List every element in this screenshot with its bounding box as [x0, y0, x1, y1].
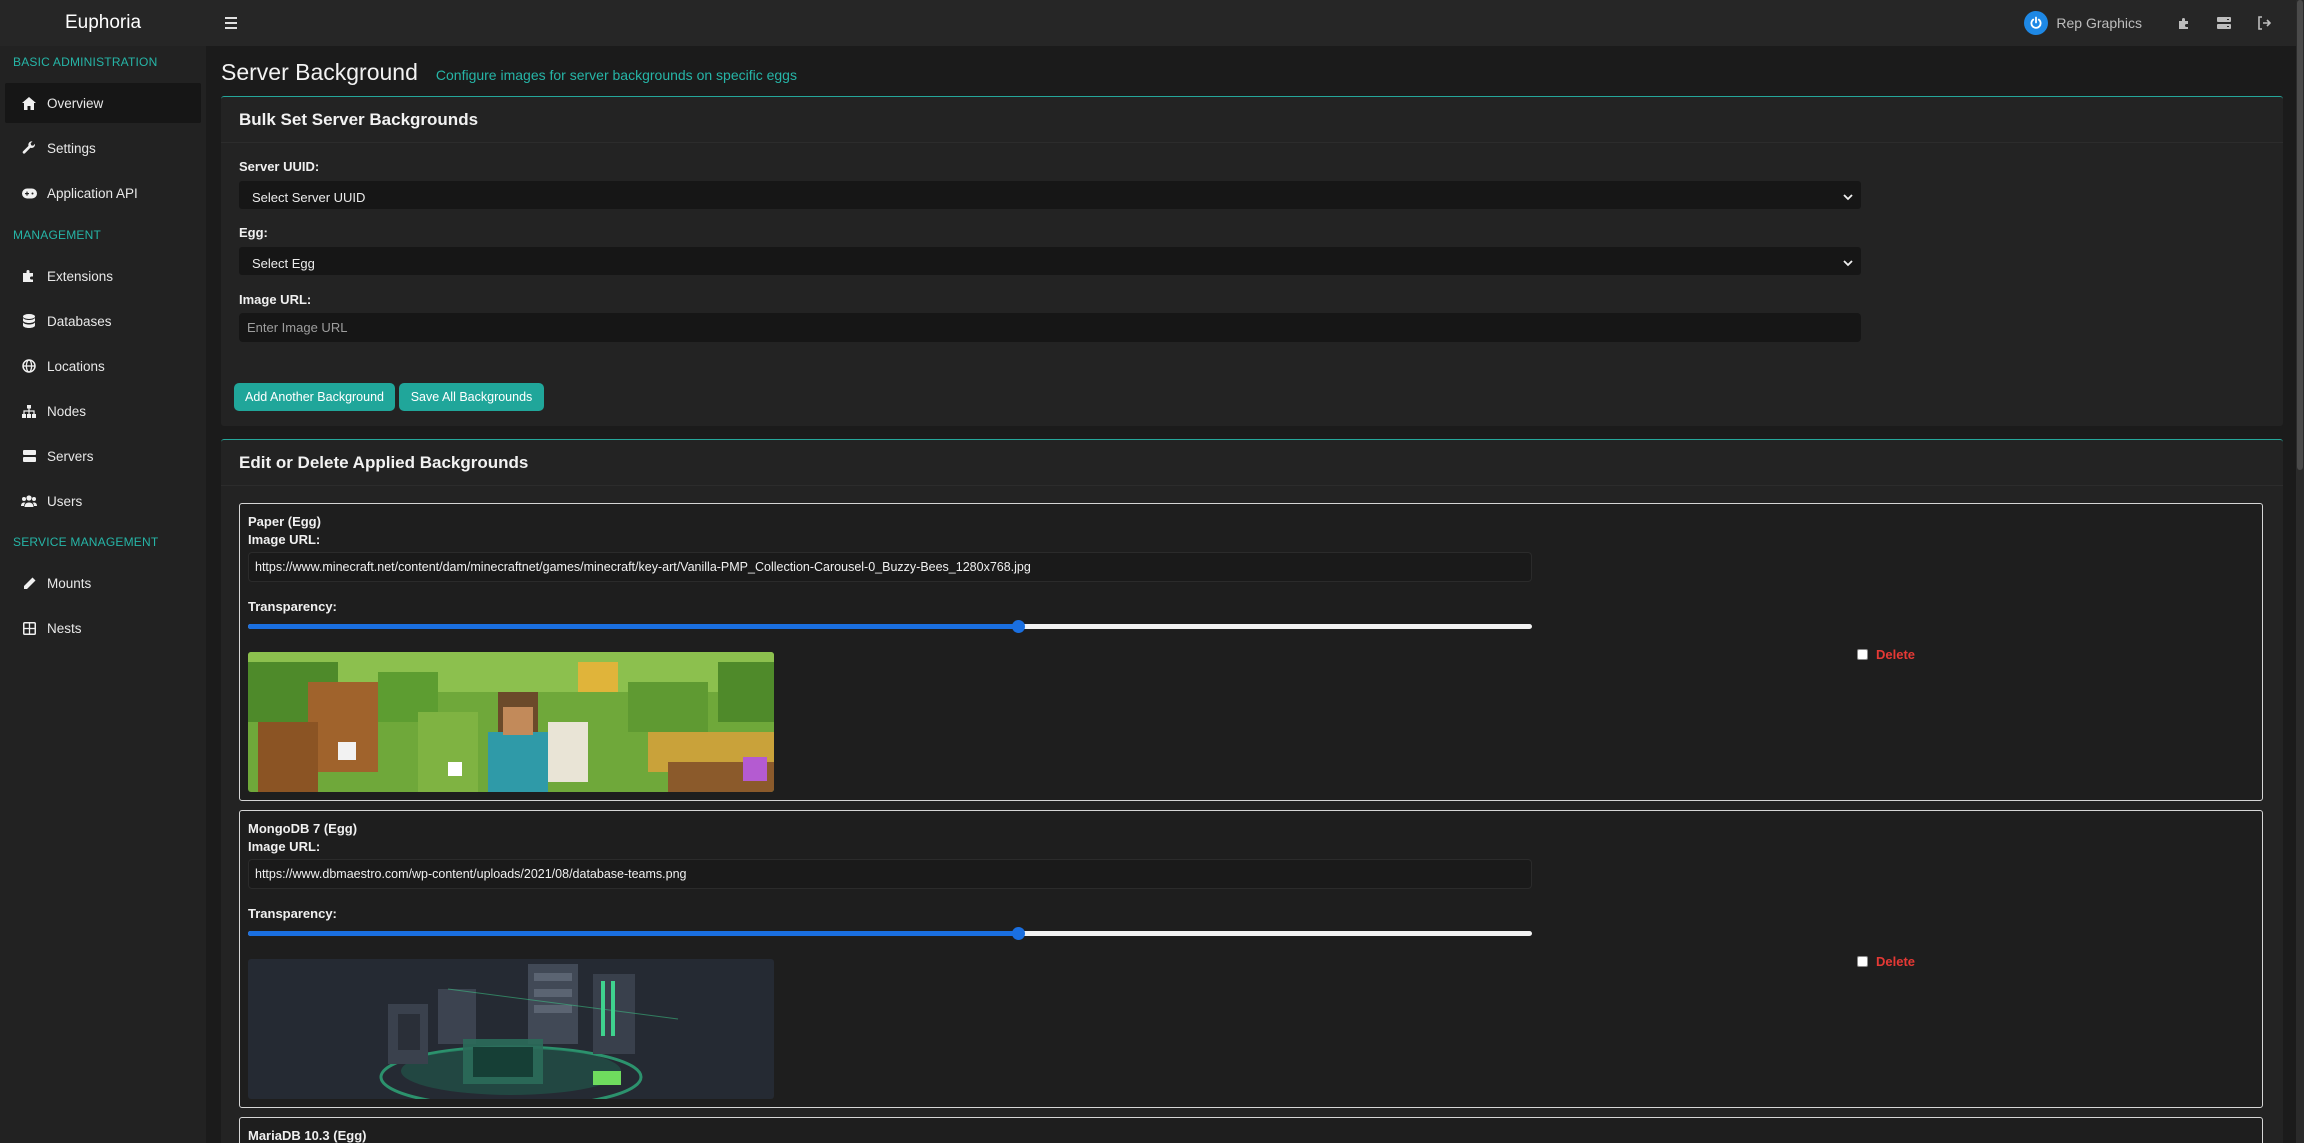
sidebar-item-mounts[interactable]: Mounts: [5, 563, 201, 603]
applied-backgrounds-box: Edit or Delete Applied Backgrounds Paper…: [221, 439, 2283, 1143]
sidebar-item-overview[interactable]: Overview: [5, 83, 201, 123]
scrollbar-thumb[interactable]: [2297, 0, 2303, 470]
transparency-slider[interactable]: [248, 925, 1532, 941]
server-uuid-select[interactable]: Select Server UUID: [239, 181, 1861, 209]
slider-thumb[interactable]: [1012, 927, 1026, 940]
card-egg-name: MariaDB 10.3 (Egg): [248, 1128, 367, 1143]
pencil-icon: [21, 575, 37, 591]
image-url-input[interactable]: Enter Image URL: [239, 313, 1861, 342]
page-subtitle: Configure images for server backgrounds …: [435, 67, 797, 83]
sidebar-section-basic-administration: BASIC ADMINISTRATION: [13, 55, 158, 69]
card-image-url-label: Image URL:: [248, 532, 321, 547]
page-header: Server Background Configure images for s…: [221, 59, 797, 86]
sidebar-item-nodes[interactable]: Nodes: [5, 391, 201, 431]
logout-icon[interactable]: [2244, 0, 2284, 46]
sidebar-item-extensions[interactable]: Extensions: [5, 256, 201, 296]
sidebar-item-label: Servers: [47, 448, 94, 464]
database-icon: [21, 313, 37, 329]
save-all-backgrounds-button[interactable]: Save All Backgrounds: [399, 383, 544, 411]
server-uuid-label: Server UUID:: [239, 159, 320, 174]
top-right-controls: Rep Graphics: [2024, 0, 2284, 46]
sidebar-item-settings[interactable]: Settings: [5, 128, 201, 168]
wrench-icon: [21, 140, 37, 156]
chevron-down-icon: [1843, 189, 1853, 204]
image-url-label: Image URL:: [239, 292, 312, 307]
background-card-mariadb: MariaDB 10.3 (Egg): [239, 1117, 2263, 1143]
user-name: Rep Graphics: [2056, 15, 2142, 31]
sidebar-item-label: Locations: [47, 358, 105, 374]
users-icon: [21, 493, 37, 509]
puzzle-icon: [21, 268, 37, 284]
card-transparency-label: Transparency:: [248, 599, 337, 614]
delete-label: Delete: [1876, 647, 1916, 662]
top-navbar: Euphoria Rep Graphics: [0, 0, 2304, 46]
avatar: [2024, 11, 2049, 35]
sidebar-item-nests[interactable]: Nests: [5, 608, 201, 648]
sitemap-icon: [21, 403, 37, 419]
sidebar-item-label: Users: [47, 493, 83, 509]
sidebar-item-servers[interactable]: Servers: [5, 436, 201, 476]
background-card-mongodb: MongoDB 7 (Egg) Image URL: https://www.d…: [239, 810, 2263, 1108]
gamepad-icon: [21, 185, 37, 201]
sidebar-section-service-management: SERVICE MANAGEMENT: [13, 535, 159, 549]
page-scrollbar[interactable]: [2296, 0, 2304, 1143]
egg-select[interactable]: Select Egg: [239, 247, 1861, 275]
card-egg-name: Paper (Egg): [248, 514, 321, 529]
bulk-set-heading: Bulk Set Server Backgrounds: [221, 97, 2283, 143]
main-content: Server Background Configure images for s…: [206, 46, 2296, 1143]
sidebar-item-label: Nodes: [47, 403, 87, 419]
background-thumbnail-image: [248, 959, 774, 1099]
sidebar-item-label: Application API: [47, 185, 138, 201]
server-icon: [21, 448, 37, 464]
delete-toggle[interactable]: Delete: [1857, 647, 1915, 662]
card-transparency-label: Transparency:: [248, 906, 337, 921]
delete-label: Delete: [1876, 954, 1916, 969]
chevron-down-icon: [1843, 255, 1853, 270]
sidebar-item-label: Databases: [47, 313, 112, 329]
sidebar-item-label: Settings: [47, 140, 96, 156]
sidebar-item-label: Extensions: [47, 268, 114, 284]
servers-icon[interactable]: [2204, 0, 2244, 46]
grid-icon: [21, 620, 37, 636]
card-image-url-label: Image URL:: [248, 839, 321, 854]
slider-thumb[interactable]: [1012, 620, 1026, 633]
brand-logo[interactable]: Euphoria: [0, 12, 206, 34]
add-background-button[interactable]: Add Another Background: [234, 383, 395, 411]
card-image-url-input[interactable]: https://www.dbmaestro.com/wp-content/upl…: [248, 859, 1532, 889]
egg-selected: Select Egg: [252, 256, 315, 271]
sidebar-item-databases[interactable]: Databases: [5, 301, 201, 341]
background-thumbnail-image: [248, 652, 774, 792]
background-card-paper: Paper (Egg) Image URL: https://www.minec…: [239, 503, 2263, 801]
sidebar: BASIC ADMINISTRATION Overview Settings A…: [0, 46, 206, 1143]
sidebar-section-management: MANAGEMENT: [13, 228, 102, 242]
menu-toggle-icon[interactable]: [220, 12, 242, 34]
card-egg-name: MongoDB 7 (Egg): [248, 821, 358, 836]
home-icon: [21, 95, 37, 111]
sidebar-item-application-api[interactable]: Application API: [5, 173, 201, 213]
delete-toggle[interactable]: Delete: [1857, 954, 1915, 969]
card-image-url-input[interactable]: https://www.minecraft.net/content/dam/mi…: [248, 552, 1532, 582]
sidebar-item-label: Nests: [47, 620, 82, 636]
delete-checkbox[interactable]: [1857, 956, 1868, 967]
bulk-set-box: Bulk Set Server Backgrounds Server UUID:…: [221, 96, 2283, 426]
globe-icon: [21, 358, 37, 374]
server-uuid-selected: Select Server UUID: [252, 190, 366, 205]
user-menu[interactable]: Rep Graphics: [2024, 11, 2142, 35]
sidebar-item-label: Overview: [47, 95, 104, 111]
sidebar-item-users[interactable]: Users: [5, 481, 201, 521]
egg-label: Egg:: [239, 225, 268, 240]
extensions-icon[interactable]: [2164, 0, 2204, 46]
sidebar-item-locations[interactable]: Locations: [5, 346, 201, 386]
page-title: Server Background: [221, 59, 418, 85]
applied-backgrounds-heading: Edit or Delete Applied Backgrounds: [221, 440, 2283, 486]
delete-checkbox[interactable]: [1857, 649, 1868, 660]
sidebar-item-label: Mounts: [47, 575, 92, 591]
transparency-slider[interactable]: [248, 618, 1532, 634]
